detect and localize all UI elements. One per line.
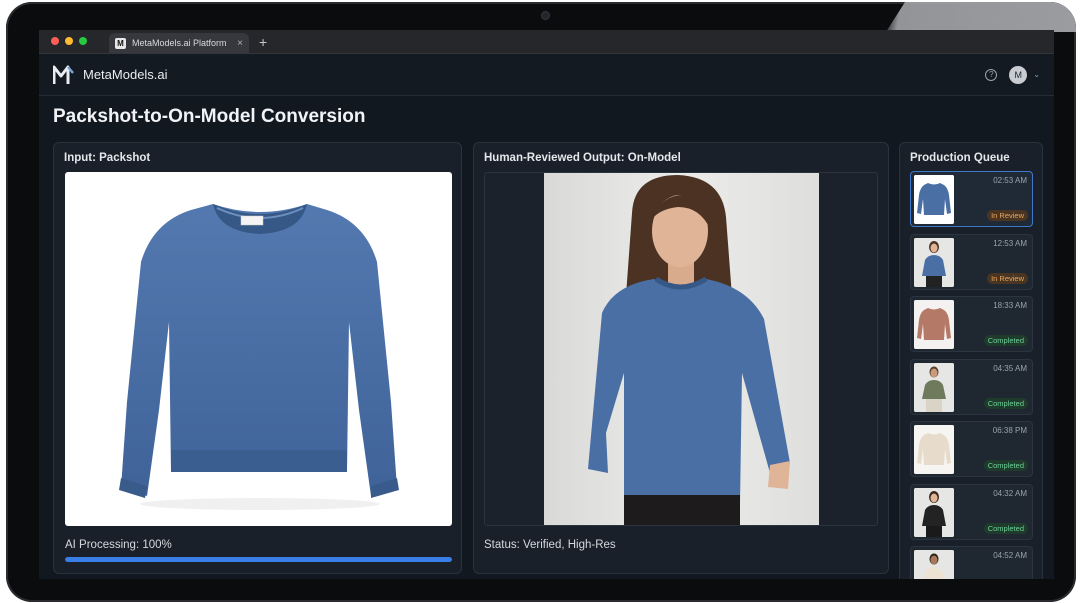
queue-item[interactable]: 06:38 PM Completed <box>910 421 1033 477</box>
blue-sweater-packshot-icon <box>119 204 399 510</box>
brand-logo[interactable]: MetaModels.ai <box>53 65 168 85</box>
status-badge: Completed <box>983 522 1028 534</box>
help-icon[interactable]: ? <box>985 68 998 81</box>
production-queue-panel: Production Queue 02:53 AM In Review 12:53 … <box>899 142 1043 579</box>
status-badge: In Review <box>987 272 1028 284</box>
screen: M MetaModels.ai Platform × + MetaModels.… <box>39 30 1054 579</box>
model-wearing-sweater-icon <box>588 175 790 525</box>
queue-item[interactable]: 04:32 AM Completed <box>910 483 1033 540</box>
queue-item-time: 04:52 AM <box>993 551 1027 560</box>
status-badge: In Review <box>987 210 1028 221</box>
page-title: Packshot-to-On-Model Conversion <box>53 106 366 127</box>
queue-item[interactable]: 04:35 AM Completed <box>910 358 1033 415</box>
queue-thumbnail <box>914 237 954 287</box>
header-actions: ? M ⌄ <box>985 65 1040 84</box>
queue-item-time: 06:38 PM <box>992 426 1027 435</box>
user-avatar[interactable]: M <box>1009 65 1028 84</box>
status-badge: Completed <box>983 460 1028 471</box>
screen-glare <box>886 2 1076 32</box>
on-model-image-frame <box>484 172 878 526</box>
minimize-window-button[interactable] <box>65 37 73 45</box>
input-panel-title: Input: Packshot <box>64 152 151 164</box>
output-panel-title: Human-Reviewed Output: On-Model <box>484 152 681 164</box>
queue-item-time: 02:53 AM <box>993 176 1027 185</box>
output-panel: Human-Reviewed Output: On-Model Status: … <box>473 142 889 574</box>
queue-item-time: 12:53 AM <box>993 238 1027 248</box>
new-tab-button[interactable]: + <box>259 34 267 50</box>
queue-item-time: 18:33 AM <box>993 301 1027 310</box>
queue-thumbnail <box>914 487 954 537</box>
queue-item[interactable]: 02:53 AM In Review <box>910 171 1033 227</box>
progress-label: AI Processing: 100% <box>65 539 172 551</box>
status-badge: Completed <box>983 335 1028 346</box>
queue-item-time: 04:35 AM <box>993 363 1027 373</box>
browser-tab[interactable]: M MetaModels.ai Platform × <box>109 33 249 53</box>
metamodels-logo-icon <box>53 65 74 84</box>
close-tab-icon[interactable]: × <box>237 38 243 49</box>
queue-item[interactable]: 04:52 AM <box>910 546 1033 579</box>
queue-item-time: 04:32 AM <box>993 488 1027 498</box>
input-panel: Input: Packshot AI Processing: 100% <box>53 142 462 574</box>
progress-bar <box>65 557 452 562</box>
queue-title: Production Queue <box>910 152 1010 164</box>
favicon-icon: M <box>115 37 126 49</box>
queue-item[interactable]: 12:53 AM In Review <box>910 233 1033 290</box>
webcam <box>542 12 549 19</box>
status-badge: Completed <box>983 397 1028 409</box>
maximize-window-button[interactable] <box>79 37 87 45</box>
laptop-bezel: M MetaModels.ai Platform × + MetaModels.… <box>6 2 1076 602</box>
close-window-button[interactable] <box>51 37 59 45</box>
queue-thumbnail <box>914 300 954 349</box>
chevron-down-icon[interactable]: ⌄ <box>1033 70 1040 79</box>
output-status: Status: Verified, High-Res <box>484 539 616 551</box>
app-header: MetaModels.ai ? M ⌄ <box>39 54 1054 96</box>
progress-bar-fill <box>65 557 452 562</box>
brand-name: MetaModels.ai <box>83 67 168 82</box>
queue-thumbnail <box>914 550 954 579</box>
queue-thumbnail <box>914 175 954 224</box>
tab-title: MetaModels.ai Platform <box>132 38 227 48</box>
browser-tab-bar: M MetaModels.ai Platform × + <box>39 30 1054 54</box>
queue-thumbnail <box>914 362 954 412</box>
packshot-image[interactable] <box>65 172 452 526</box>
window-controls <box>39 37 87 53</box>
queue-thumbnail <box>914 425 954 474</box>
queue-item[interactable]: 18:33 AM Completed <box>910 296 1033 352</box>
on-model-image[interactable] <box>544 173 819 525</box>
